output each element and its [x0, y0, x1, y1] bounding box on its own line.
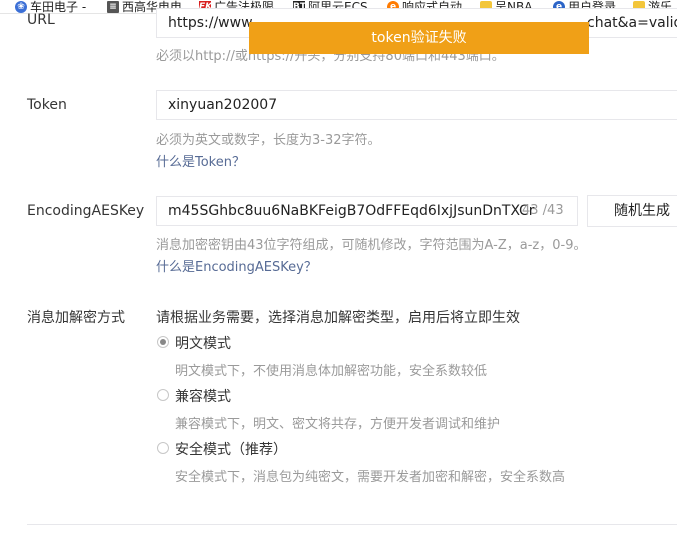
option-secure-desc: 安全模式下，消息包为纯密文，需要开发者加密和解密，安全系数高	[175, 470, 566, 485]
paw-icon: ❀	[15, 0, 27, 13]
random-generate-button[interactable]: 随机生成	[587, 195, 677, 227]
aes-char-counter: 43 /43	[522, 203, 564, 218]
option-compatible-desc: 兼容模式下，明文、密文将共存，方便开发者调试和维护	[175, 417, 501, 432]
option-plaintext-label[interactable]: 明文模式	[175, 333, 231, 353]
option-compatible-label[interactable]: 兼容模式	[175, 386, 231, 406]
aes-key-input[interactable]: m45SGhbc8uu6NaBKFeigB7OdFFEqd6IxjJsunDnT…	[156, 196, 578, 226]
url-value-tail: chat&a=valid	[587, 15, 677, 31]
aes-label: EncodingAESKey	[27, 203, 145, 219]
url-label: URL	[27, 12, 55, 28]
aes-hint: 消息加密密钥由43位字符组成，可随机修改，字符范围为A-Z，a-z，0-9。	[156, 238, 587, 253]
radio-secure[interactable]	[157, 442, 169, 454]
encrypt-intro: 请根据业务需要，选择消息加解密类型，启用后将立即生效	[156, 310, 520, 326]
radio-plaintext[interactable]	[157, 336, 169, 348]
aes-help-link[interactable]: 什么是EncodingAESKey？	[156, 256, 317, 275]
encrypt-mode-label: 消息加解密方式	[27, 310, 125, 326]
url-value: https://www	[168, 15, 253, 31]
radio-compatible[interactable]	[157, 389, 169, 401]
option-plaintext-desc: 明文模式下，不使用消息体加解密功能，安全系数较低	[175, 364, 488, 379]
option-secure-label[interactable]: 安全模式（推荐）	[175, 439, 287, 459]
error-toast: token验证失败	[249, 22, 589, 54]
bookmark-label: 车田电子 -	[30, 0, 87, 14]
token-hint: 必须为英文或数字，长度为3-32字符。	[156, 133, 381, 148]
token-input[interactable]: xinyuan202007	[156, 90, 677, 120]
token-help-link[interactable]: 什么是Token？	[156, 151, 245, 170]
document-icon: ≡	[107, 0, 119, 13]
section-divider	[27, 524, 677, 525]
token-label: Token	[27, 97, 67, 113]
